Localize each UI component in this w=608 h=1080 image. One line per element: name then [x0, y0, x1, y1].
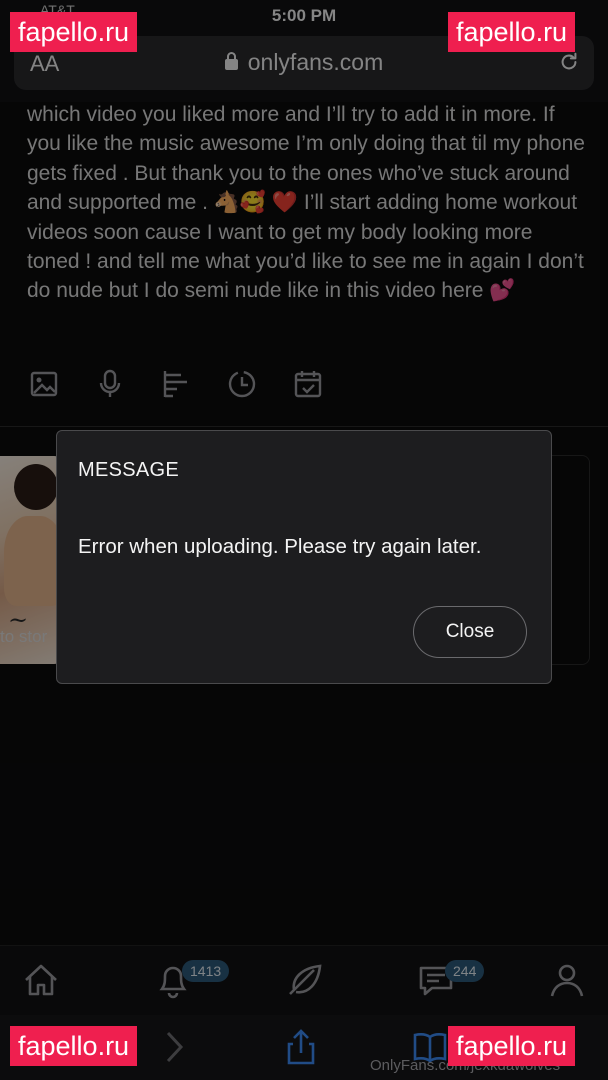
close-button[interactable]: Close [413, 606, 527, 658]
watermark-bottom-right: fapello.ru [448, 1026, 576, 1066]
dialog-title: MESSAGE [78, 459, 180, 481]
watermark-top-right: fapello.ru [448, 12, 576, 52]
watermark-bottom-left: fapello.ru [10, 1026, 138, 1066]
message-dialog: MESSAGE Error when uploading. Please try… [56, 430, 552, 684]
watermark-top-left: fapello.ru [10, 12, 138, 52]
dialog-message: Error when uploading. Please try again l… [78, 535, 482, 558]
